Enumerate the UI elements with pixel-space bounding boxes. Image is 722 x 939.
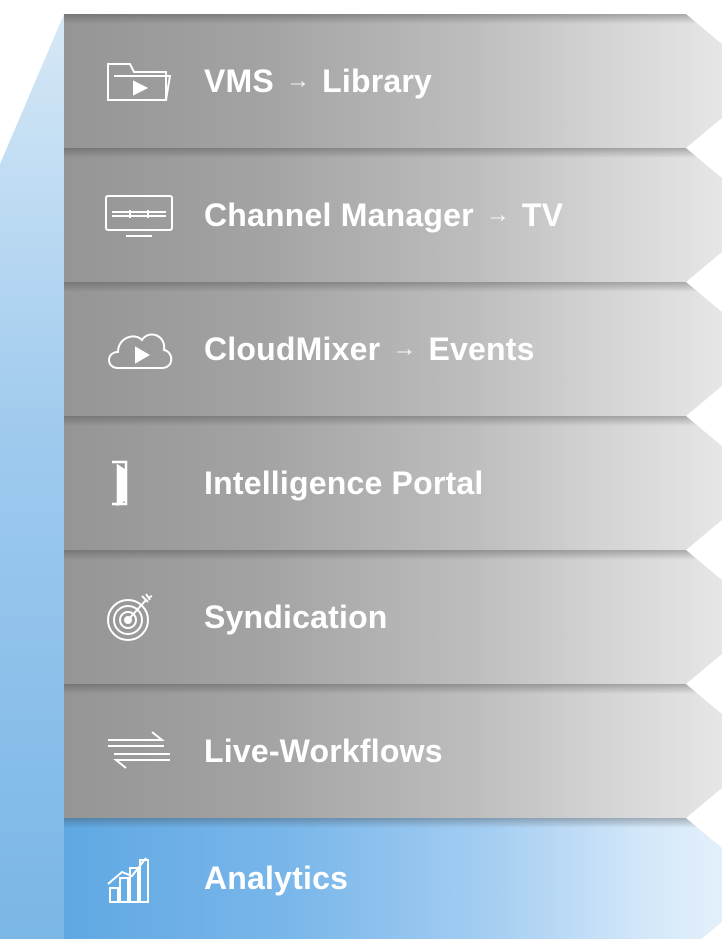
bar-chart-icon xyxy=(104,854,174,904)
cloud-play-icon xyxy=(104,324,174,374)
portal-door-icon xyxy=(104,458,174,508)
band-label: Syndication xyxy=(204,550,388,684)
item-target: Library xyxy=(322,62,433,99)
exchange-arrows-icon xyxy=(104,726,174,776)
band-channel-manager: Channel Manager → TV xyxy=(64,148,722,282)
item-name: Live-Workflows xyxy=(204,732,443,769)
band-syndication: Syndication xyxy=(64,550,722,684)
item-name: Syndication xyxy=(204,598,388,635)
band-intelligence-portal: Intelligence Portal xyxy=(64,416,722,550)
band-label: VMS → Library xyxy=(204,14,432,148)
product-stack: VMS → Library Channel Manager → TV Cloud… xyxy=(0,0,722,939)
arrow-icon: → xyxy=(285,67,311,94)
tv-icon xyxy=(104,190,174,240)
band-cloudmixer: CloudMixer → Events xyxy=(64,282,722,416)
folder-play-icon xyxy=(104,56,174,106)
target-icon xyxy=(104,592,174,642)
item-name: Channel Manager xyxy=(204,196,474,233)
band-vms: VMS → Library xyxy=(64,14,722,148)
arrow-icon: → xyxy=(392,335,417,362)
item-name: Analytics xyxy=(204,860,349,896)
item-target: TV xyxy=(521,196,564,233)
item-target: Events xyxy=(428,330,535,367)
band-label: Channel Manager → TV xyxy=(204,148,563,282)
band-label: Analytics xyxy=(204,818,348,939)
band-label: CloudMixer → Events xyxy=(204,282,535,416)
item-name: CloudMixer xyxy=(204,330,381,367)
stack-spine xyxy=(0,14,70,939)
arrow-icon: → xyxy=(485,201,510,228)
band-label: Intelligence Portal xyxy=(204,416,483,550)
item-name: Intelligence Portal xyxy=(204,464,484,501)
band-label: Live-Workflows xyxy=(204,684,443,818)
band-analytics: Analytics xyxy=(64,818,722,939)
item-name: VMS xyxy=(204,62,274,99)
band-live-workflows: Live-Workflows xyxy=(64,684,722,818)
